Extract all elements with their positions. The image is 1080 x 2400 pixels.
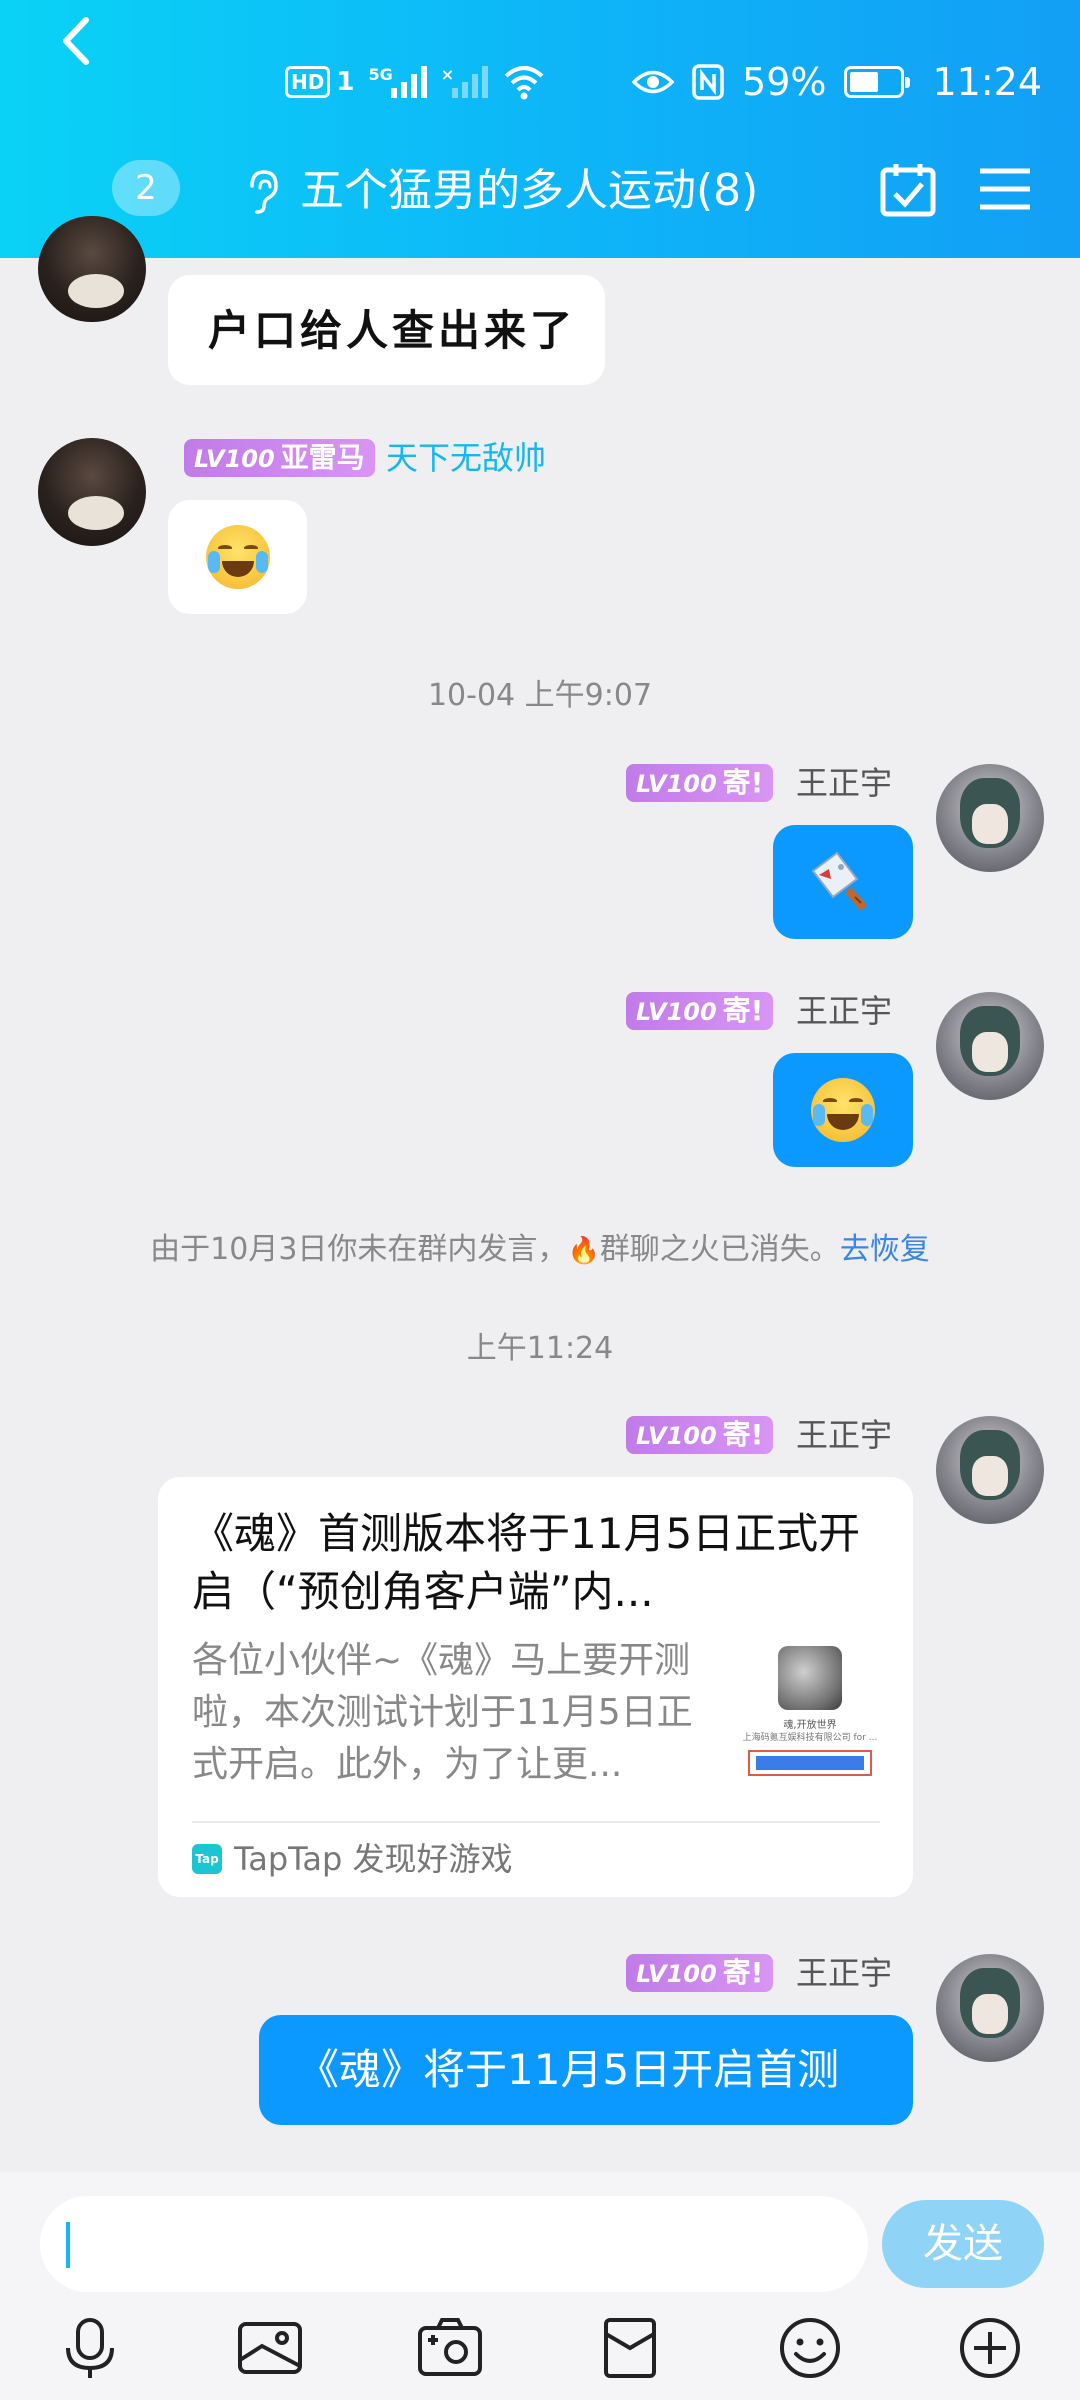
- my-avatar[interactable]: [936, 1954, 1044, 2062]
- thumbnail-button: [748, 1750, 872, 1776]
- sender-name[interactable]: 天下无敌帅: [386, 439, 546, 477]
- camera-icon[interactable]: [418, 2316, 482, 2380]
- message-input[interactable]: [40, 2196, 868, 2292]
- clock: 11:24: [932, 60, 1042, 104]
- level-badge: LV100 寄!: [626, 1954, 774, 1992]
- my-avatar[interactable]: [936, 992, 1044, 1100]
- chat-title[interactable]: 五个猛男的多人运动(8): [300, 160, 758, 222]
- message-bubble[interactable]: 户口给人查出来了: [168, 275, 605, 385]
- sender-name[interactable]: 王正宇: [796, 992, 892, 1030]
- taptap-icon: Tap: [192, 1844, 222, 1874]
- sender-name[interactable]: 王正宇: [796, 764, 892, 802]
- my-avatar[interactable]: [936, 764, 1044, 872]
- level-badge: LV100 亚雷马: [184, 439, 375, 477]
- timestamp: 上午11:24: [466, 1331, 614, 1366]
- knife-emoji-icon: [811, 851, 867, 911]
- hd-indicator: HD: [285, 66, 331, 98]
- card-source: TapTap 发现好游戏: [234, 1840, 513, 1878]
- unread-count-badge[interactable]: 2: [112, 160, 180, 216]
- text-caret: [66, 2222, 70, 2268]
- emoji-icon[interactable]: [778, 2316, 842, 2380]
- message-text: 《魂》将于11月5日开启首测: [297, 2045, 840, 2094]
- back-arrow-icon[interactable]: [56, 14, 96, 68]
- signal-icon: 5G: [368, 65, 427, 98]
- card-thumbnail: 魂,开放世界 上海码氪互娱科技有限公司 for ...: [740, 1640, 880, 1780]
- timestamp: 10-04 上午9:07: [427, 678, 653, 713]
- laughing-tears-emoji-icon: [811, 1078, 875, 1142]
- plus-icon[interactable]: [958, 2316, 1022, 2380]
- eye-icon: [632, 70, 675, 94]
- level-badge: LV100 寄!: [626, 992, 774, 1030]
- ear-icon[interactable]: [244, 168, 280, 216]
- sender-name[interactable]: 王正宇: [796, 1416, 892, 1454]
- menu-icon[interactable]: [980, 167, 1030, 211]
- level-badge: LV100 寄!: [626, 1416, 774, 1454]
- my-avatar[interactable]: [936, 1416, 1044, 1524]
- message-bubble[interactable]: [773, 1053, 913, 1167]
- signal-2-icon: ×: [441, 65, 489, 98]
- sender-avatar[interactable]: [38, 216, 146, 322]
- sender-name[interactable]: 王正宇: [796, 1954, 892, 1992]
- sim-indicator: 1: [336, 67, 355, 97]
- card-description: 各位小伙伴~《魂》马上要开测啦，本次测试计划于11月5日正式开启。此外，为了让更…: [192, 1640, 693, 1785]
- fire-icon: 🔥: [567, 1236, 600, 1266]
- image-icon[interactable]: [238, 2316, 302, 2380]
- system-notice: 由于10月3日你未在群内发言，🔥群聊之火已消失。去恢复: [150, 1232, 930, 1267]
- status-bar: HD 1 5G × 59% 11:24: [0, 52, 1080, 112]
- send-button[interactable]: 发送: [882, 2200, 1044, 2288]
- message-bubble[interactable]: [773, 825, 913, 939]
- microphone-icon[interactable]: [58, 2316, 122, 2380]
- card-divider: [192, 1821, 880, 1823]
- game-logo: [778, 1646, 842, 1710]
- restore-link[interactable]: 去恢复: [840, 1232, 930, 1267]
- laughing-tears-emoji-icon: [206, 525, 270, 589]
- calendar-check-icon[interactable]: [880, 162, 936, 218]
- level-badge: LV100 寄!: [626, 764, 774, 802]
- thumbnail-publisher: 上海码氪互娱科技有限公司 for ...: [742, 1733, 878, 1743]
- thumbnail-caption: 魂,开放世界: [783, 1720, 837, 1731]
- nfc-icon: [692, 64, 724, 100]
- message-bubble[interactable]: 《魂》将于11月5日开启首测: [259, 2015, 913, 2125]
- red-packet-icon[interactable]: [598, 2316, 662, 2380]
- card-title: 《魂》首测版本将于11月5日正式开启（“预创角客户端”内...: [192, 1509, 861, 1616]
- wifi-icon: [504, 66, 544, 100]
- message-bubble[interactable]: [168, 500, 307, 614]
- message-text: 户口给人查出来了: [208, 306, 577, 355]
- battery-icon: [844, 66, 911, 98]
- battery-percent: 59%: [742, 60, 827, 104]
- sender-avatar[interactable]: [38, 438, 146, 546]
- battery-fill: [850, 72, 879, 92]
